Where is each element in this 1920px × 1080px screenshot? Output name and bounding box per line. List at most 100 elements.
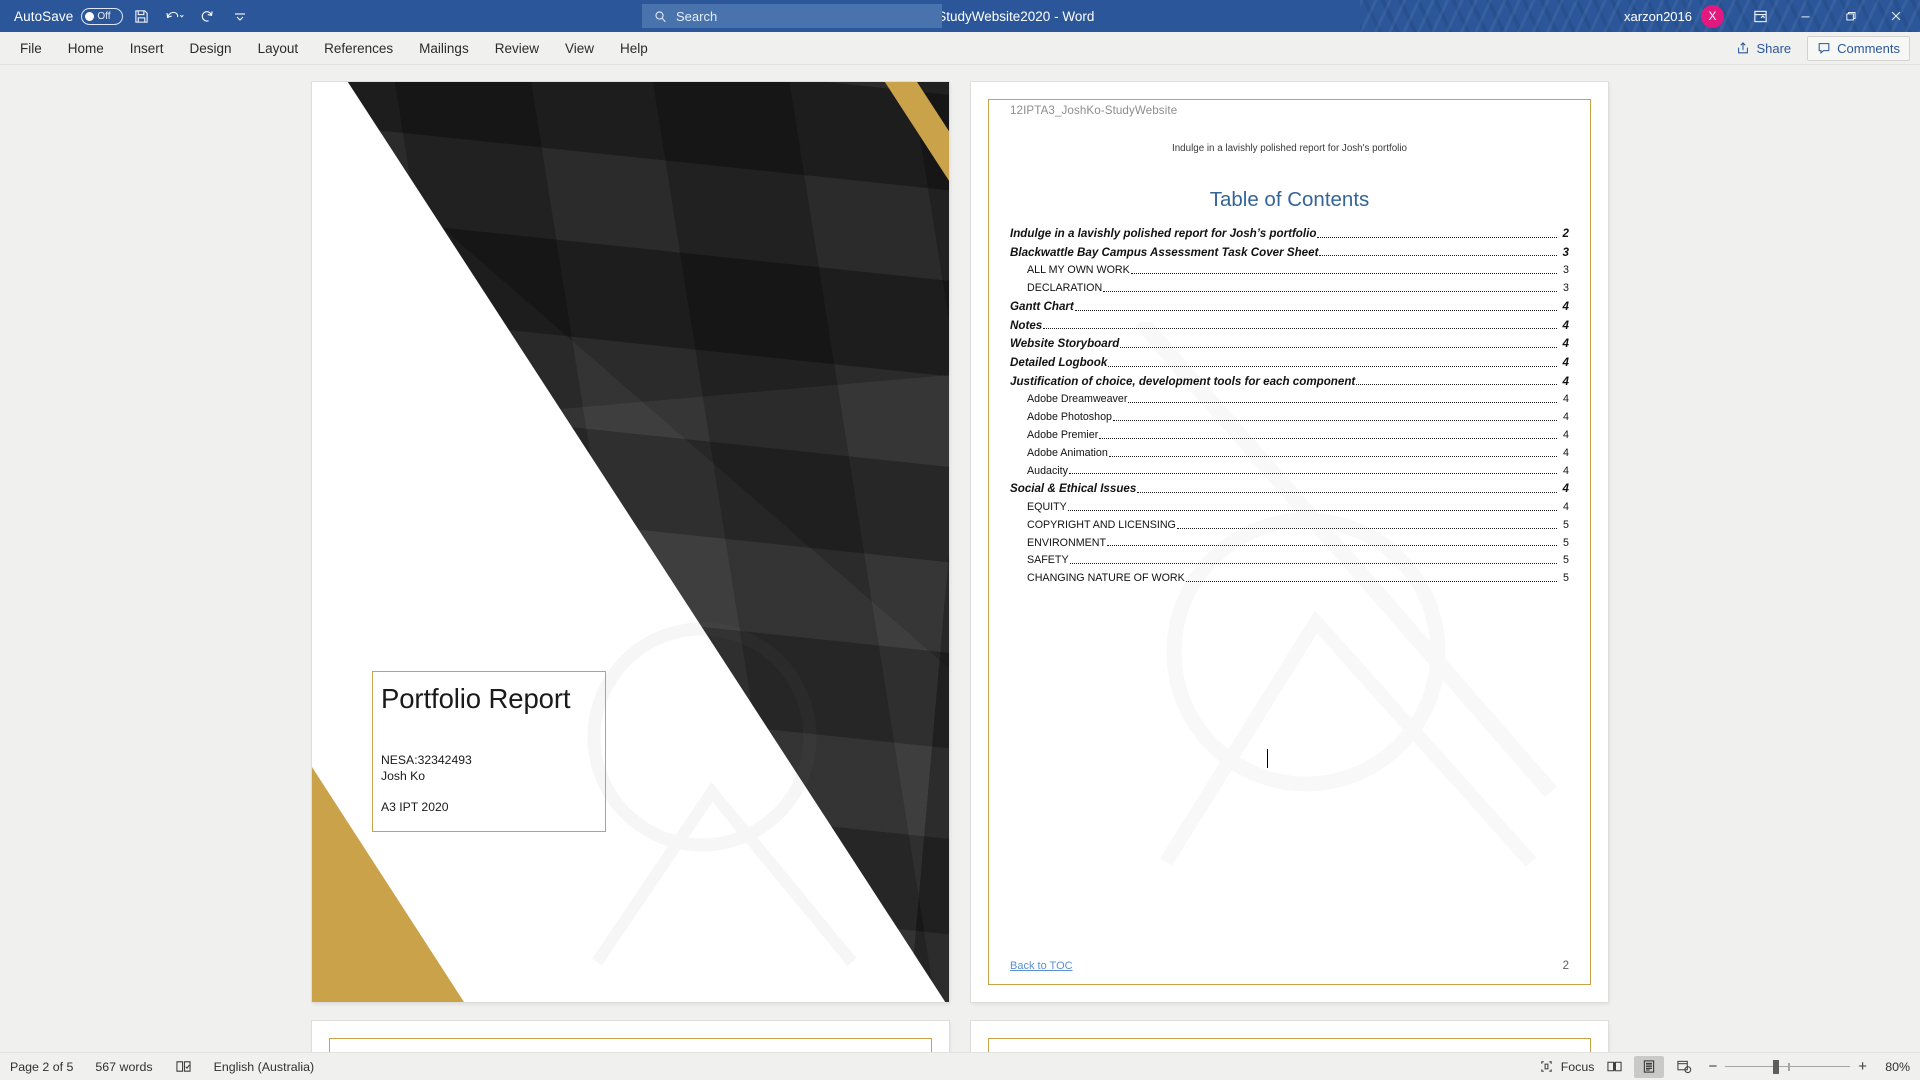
toc-entry-label: ALL MY OWN WORK — [1027, 264, 1130, 277]
close-icon[interactable] — [1873, 0, 1918, 32]
toc-entry[interactable]: COPYRIGHT AND LICENSING 5 — [1010, 520, 1569, 531]
toc-content: 12IPTA3_JoshKo-StudyWebsite Indulge in a… — [1010, 104, 1569, 986]
zoom-slider[interactable]: − + — [1708, 1059, 1867, 1074]
cover-course: A3 IPT 2020 — [381, 800, 449, 815]
toc-entry[interactable]: DECLARATION 3 — [1010, 283, 1569, 294]
zoom-level[interactable]: 80% — [1876, 1060, 1910, 1074]
tab-file[interactable]: File — [7, 34, 55, 62]
toc-entry[interactable]: Adobe Dreamweaver 4 — [1010, 394, 1569, 405]
ribbon-display-options-icon[interactable] — [1738, 0, 1783, 32]
toc-entry[interactable]: Notes 4 — [1010, 320, 1569, 332]
toc-leader-dots — [1130, 270, 1558, 275]
customize-qat-icon[interactable] — [225, 3, 255, 29]
toc-entry-page: 4 — [1563, 501, 1569, 514]
toc-entry-label: Adobe Animation — [1027, 446, 1108, 459]
toc-entry-page: 4 — [1563, 411, 1569, 424]
tab-references[interactable]: References — [311, 34, 406, 62]
toc-leader-dots — [1069, 560, 1558, 565]
toc-entry-label: SAFETY — [1027, 554, 1069, 567]
focus-label: Focus — [1560, 1059, 1595, 1074]
toc-entry[interactable]: Justification of choice, development too… — [1010, 376, 1569, 388]
web-layout-icon[interactable] — [1669, 1056, 1699, 1078]
toc-entry-label: ENVIRONMENT — [1027, 536, 1106, 549]
share-button[interactable]: Share — [1726, 36, 1801, 61]
toc-entry[interactable]: Gantt Chart 4 — [1010, 301, 1569, 313]
focus-mode-button[interactable]: Focus — [1539, 1059, 1595, 1074]
toc-entry[interactable]: Audacity 4 — [1010, 465, 1569, 477]
toc-entry[interactable]: CHANGING NATURE OF WORK 5 — [1010, 573, 1569, 584]
toc-entry-page: 3 — [1563, 282, 1569, 295]
restore-icon[interactable] — [1828, 0, 1873, 32]
search-input[interactable]: Search — [642, 4, 942, 28]
zoom-out-button[interactable]: − — [1708, 1059, 1717, 1074]
toc-leader-dots — [1108, 453, 1558, 457]
focus-icon — [1541, 1061, 1552, 1072]
redo-icon[interactable] — [192, 3, 222, 29]
document-page-2[interactable]: 12IPTA3_JoshKo-StudyWebsite Indulge in a… — [971, 82, 1608, 1002]
tab-help[interactable]: Help — [607, 34, 661, 62]
cover-nesa: NESA:32342493 — [381, 752, 472, 767]
toc-entry[interactable]: EQUITY 4 — [1010, 502, 1569, 513]
cover-meta-gap — [381, 784, 597, 799]
toc-leader-dots — [1108, 363, 1557, 367]
toc-entry-page: 5 — [1563, 536, 1569, 549]
document-canvas[interactable]: Portfolio Report NESA:32342493 Josh Ko A… — [0, 65, 1920, 1080]
toc-entry-page: 4 — [1563, 446, 1569, 459]
zoom-track[interactable] — [1725, 1059, 1851, 1074]
read-mode-icon[interactable] — [1599, 1056, 1629, 1078]
word-count[interactable]: 567 words — [95, 1060, 152, 1074]
document-page-1[interactable]: Portfolio Report NESA:32342493 Josh Ko A… — [312, 82, 949, 1002]
toc-entry[interactable]: Adobe Animation 4 — [1010, 448, 1569, 459]
tab-insert[interactable]: Insert — [117, 34, 177, 62]
toc-entry[interactable]: Blackwattle Bay Campus Assessment Task C… — [1010, 247, 1569, 259]
page-indicator[interactable]: Page 2 of 5 — [10, 1060, 73, 1074]
tab-review[interactable]: Review — [482, 34, 552, 62]
proofing-errors-icon[interactable] — [175, 1059, 192, 1074]
tab-layout[interactable]: Layout — [245, 34, 312, 62]
save-icon[interactable] — [126, 3, 156, 29]
toc-entry[interactable]: Social & Ethical Issues 4 — [1010, 483, 1569, 495]
tab-mailings[interactable]: Mailings — [406, 34, 482, 62]
tab-view[interactable]: View — [552, 34, 607, 62]
avatar[interactable]: X — [1701, 4, 1724, 28]
toc-entry-page: 4 — [1562, 356, 1569, 370]
toc-entry-page: 5 — [1563, 554, 1569, 567]
account-name[interactable]: xarzon2016 — [1624, 9, 1692, 24]
toc-entry-page: 5 — [1563, 518, 1569, 531]
toc-entry-label: EQUITY — [1027, 501, 1067, 514]
tab-home[interactable]: Home — [55, 34, 117, 62]
toc-leader-dots — [1106, 542, 1558, 547]
toc-entry-page: 4 — [1563, 429, 1569, 441]
toc-entry-page: 4 — [1562, 299, 1569, 313]
toc-entry[interactable]: Website Storyboard 4 — [1010, 338, 1569, 350]
back-to-toc-link[interactable]: Back to TOC — [1010, 960, 1073, 972]
cover-title-box[interactable]: Portfolio Report NESA:32342493 Josh Ko A… — [372, 671, 606, 833]
language-indicator[interactable]: English (Australia) — [214, 1060, 315, 1074]
tab-design[interactable]: Design — [177, 34, 245, 62]
toc-leader-dots — [1317, 234, 1557, 238]
status-bar-left: Page 2 of 5 567 words English (Australia… — [0, 1059, 314, 1074]
toc-entry[interactable]: SAFETY 5 — [1010, 555, 1569, 566]
zoom-thumb[interactable] — [1773, 1059, 1780, 1074]
toc-entry[interactable]: Detailed Logbook 4 — [1010, 357, 1569, 369]
toc-entry[interactable]: Indulge in a lavishly polished report fo… — [1010, 228, 1569, 240]
toc-leader-dots — [1067, 507, 1558, 511]
cover-meta: NESA:32342493 Josh Ko A3 IPT 2020 — [381, 752, 597, 816]
toc-leader-dots — [1103, 288, 1558, 292]
comments-button[interactable]: Comments — [1807, 35, 1910, 61]
toc-leader-dots — [1043, 325, 1557, 330]
toc-entry[interactable]: Adobe Premier 4 — [1010, 430, 1569, 441]
toc-leader-dots — [1120, 344, 1557, 348]
toc-entry[interactable]: ALL MY OWN WORK 3 — [1010, 265, 1569, 276]
toc-entry[interactable]: Adobe Photoshop 4 — [1010, 412, 1569, 423]
toc-entry-page: 4 — [1562, 337, 1569, 351]
zoom-in-button[interactable]: + — [1858, 1059, 1867, 1074]
toc-leader-dots — [1074, 307, 1557, 311]
status-bar: Page 2 of 5 567 words English (Australia… — [0, 1052, 1920, 1080]
toc-entry[interactable]: ENVIRONMENT 5 — [1010, 536, 1569, 549]
print-layout-icon[interactable] — [1634, 1055, 1665, 1078]
minimize-icon[interactable] — [1783, 0, 1828, 32]
autosave-toggle[interactable]: Off — [81, 7, 124, 25]
undo-icon[interactable] — [159, 3, 189, 29]
toc-entry-label: DECLARATION — [1027, 282, 1103, 295]
